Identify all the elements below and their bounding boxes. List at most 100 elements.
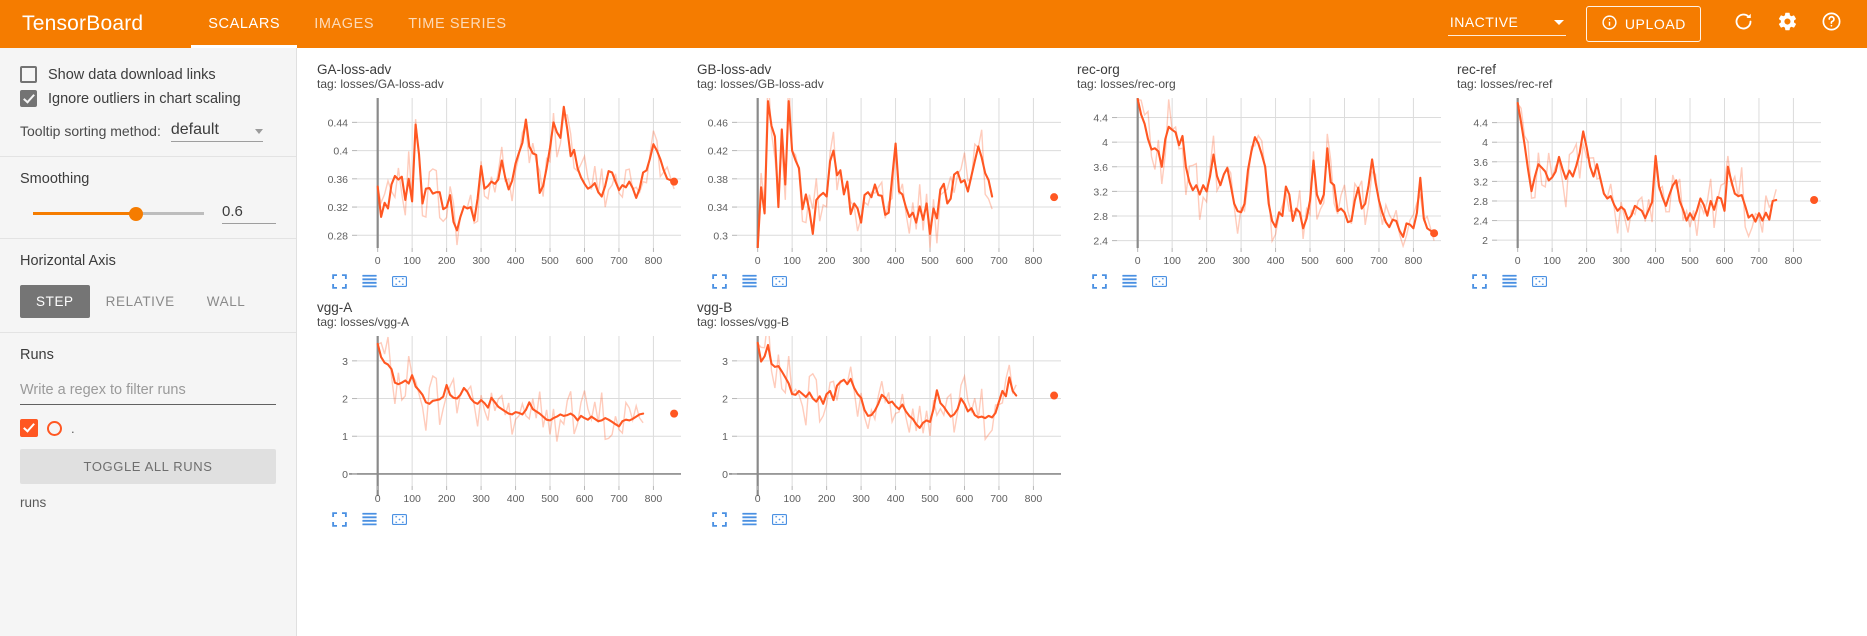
chart-tag: tag: losses/rec-org xyxy=(1077,77,1176,91)
show-download-links-label: Show data download links xyxy=(48,66,216,83)
data-table-icon[interactable] xyxy=(1121,273,1138,290)
chart-title: GA-loss-adv xyxy=(317,62,392,77)
chart-toolbar xyxy=(1091,273,1441,290)
svg-text:700: 700 xyxy=(990,255,1008,267)
ignore-outliers-checkbox[interactable] xyxy=(20,90,37,107)
chart-tag: tag: losses/GB-loss-adv xyxy=(697,77,824,91)
svg-text:500: 500 xyxy=(921,255,939,267)
upload-button[interactable]: UPLOAD xyxy=(1585,6,1701,42)
svg-text:300: 300 xyxy=(852,493,870,505)
svg-text:400: 400 xyxy=(887,255,905,267)
tab-time-series-label: TIME SERIES xyxy=(408,16,507,32)
svg-text:300: 300 xyxy=(1612,255,1630,267)
data-table-icon[interactable] xyxy=(361,273,378,290)
chevron-down-icon xyxy=(1553,19,1564,25)
info-icon xyxy=(1601,14,1618,34)
svg-text:700: 700 xyxy=(610,493,628,505)
svg-text:0.34: 0.34 xyxy=(708,202,729,214)
toggle-all-runs-button[interactable]: TOGGLE ALL RUNS xyxy=(20,449,276,484)
axis-option-relative[interactable]: RELATIVE xyxy=(90,285,191,318)
tab-scalars[interactable]: SCALARS xyxy=(191,0,298,48)
svg-text:0: 0 xyxy=(755,493,761,505)
axis-option-wall[interactable]: WALL xyxy=(191,285,262,318)
chart-plot[interactable]: 0.28 0.32 0.36 0.4 0.44 0 100 200 300 400 500 600 70… xyxy=(313,94,687,272)
display-options-section: Show data download links Ignore outliers… xyxy=(0,48,296,157)
tab-images[interactable]: IMAGES xyxy=(297,0,391,48)
data-table-icon[interactable] xyxy=(741,511,758,528)
runs-heading: Runs xyxy=(20,347,54,363)
top-app-bar: TensorBoard SCALARS IMAGES TIME SERIES I… xyxy=(0,0,1867,48)
svg-text:2: 2 xyxy=(722,394,728,406)
show-download-links-row[interactable]: Show data download links xyxy=(20,66,276,83)
reload-button[interactable] xyxy=(1726,7,1760,41)
axis-option-step[interactable]: STEP xyxy=(20,285,90,318)
help-button[interactable] xyxy=(1814,7,1848,41)
fullscreen-icon[interactable] xyxy=(331,273,348,290)
svg-text:2: 2 xyxy=(342,394,348,406)
svg-text:2.8: 2.8 xyxy=(1093,211,1108,223)
svg-text:800: 800 xyxy=(1025,493,1043,505)
fullscreen-icon[interactable] xyxy=(711,273,728,290)
svg-text:600: 600 xyxy=(576,255,594,267)
chart-plot[interactable]: 0.3 0.34 0.38 0.42 0.46 0 100 200 300 400 500 600 70… xyxy=(693,94,1067,272)
fullscreen-icon[interactable] xyxy=(331,511,348,528)
svg-text:0.32: 0.32 xyxy=(328,202,349,214)
scalar-chart-card: GA-loss-adv tag: losses/GA-loss-adv 0.28 0.… xyxy=(307,58,687,296)
runs-section: Runs Write a regex to filter runs . TOGG… xyxy=(0,333,296,524)
main-tabs: SCALARS IMAGES TIME SERIES xyxy=(191,0,523,48)
svg-text:0: 0 xyxy=(755,255,761,267)
run-list-item[interactable]: . xyxy=(20,419,276,437)
svg-text:0.38: 0.38 xyxy=(708,174,729,186)
fullscreen-icon[interactable] xyxy=(1091,273,1108,290)
show-download-links-checkbox[interactable] xyxy=(20,66,37,83)
run-status-selector[interactable]: INACTIVE xyxy=(1447,12,1566,36)
svg-text:3.2: 3.2 xyxy=(1093,186,1108,198)
chart-plot[interactable]: 0 1 2 3 0 100 200 300 400 500 600 700 800 xyxy=(313,332,687,510)
fit-domain-icon[interactable] xyxy=(391,511,408,528)
data-table-icon[interactable] xyxy=(741,273,758,290)
data-table-icon[interactable] xyxy=(361,511,378,528)
scalar-chart-card: rec-org tag: losses/rec-org 2.4 2.8 3.2 3.6 4 4… xyxy=(1067,58,1447,296)
fit-domain-icon[interactable] xyxy=(391,273,408,290)
chart-title: vgg-B xyxy=(697,300,733,315)
chart-toolbar xyxy=(711,511,1061,528)
settings-button[interactable] xyxy=(1770,7,1804,41)
fit-domain-icon[interactable] xyxy=(771,273,788,290)
chart-plot[interactable]: 0 1 2 3 0 100 200 300 400 500 600 700 800 xyxy=(693,332,1067,510)
chart-plot[interactable]: 2.4 2.8 3.2 3.6 4 4.4 0 100 200 300 400 500 600 700 80… xyxy=(1073,94,1447,272)
runs-filter-input[interactable]: Write a regex to filter runs xyxy=(20,379,276,405)
fullscreen-icon[interactable] xyxy=(1471,273,1488,290)
data-table-icon[interactable] xyxy=(1501,273,1518,290)
smoothing-slider-row: 0.6 xyxy=(20,203,276,224)
fit-domain-icon[interactable] xyxy=(1531,273,1548,290)
chart-plot[interactable]: 2 2.4 2.8 3.2 3.6 4 4.4 0 100 200 300 400 500 600 700 8… xyxy=(1453,94,1827,272)
smoothing-slider[interactable] xyxy=(33,206,204,221)
smoothing-slider-fill xyxy=(33,212,136,215)
tooltip-sorting-value: default xyxy=(170,121,219,138)
smoothing-value-input[interactable]: 0.6 xyxy=(222,203,276,224)
ignore-outliers-row[interactable]: Ignore outliers in chart scaling xyxy=(20,90,276,107)
svg-text:2.8: 2.8 xyxy=(1473,196,1488,208)
svg-text:200: 200 xyxy=(1578,255,1596,267)
fullscreen-icon[interactable] xyxy=(711,511,728,528)
chart-tag: tag: losses/vgg-B xyxy=(697,315,790,329)
fit-domain-icon[interactable] xyxy=(1151,273,1168,290)
svg-text:1: 1 xyxy=(722,431,728,443)
tab-time-series[interactable]: TIME SERIES xyxy=(391,0,523,48)
tooltip-sorting-select[interactable]: default xyxy=(170,121,263,142)
svg-text:3.6: 3.6 xyxy=(1093,162,1108,174)
svg-text:700: 700 xyxy=(1370,255,1388,267)
reload-icon xyxy=(1733,11,1754,37)
app-body: Show data download links Ignore outliers… xyxy=(0,48,1867,636)
run-checkbox[interactable] xyxy=(20,419,38,437)
svg-text:600: 600 xyxy=(576,493,594,505)
run-color-swatch xyxy=(47,420,62,436)
smoothing-slider-knob[interactable] xyxy=(128,206,143,221)
svg-text:800: 800 xyxy=(1785,255,1803,267)
fit-domain-icon[interactable] xyxy=(771,511,788,528)
svg-text:0.3: 0.3 xyxy=(713,230,728,242)
svg-text:200: 200 xyxy=(1198,255,1216,267)
chart-tag: tag: losses/rec-ref xyxy=(1457,77,1553,91)
svg-text:300: 300 xyxy=(472,255,490,267)
svg-text:400: 400 xyxy=(1267,255,1285,267)
